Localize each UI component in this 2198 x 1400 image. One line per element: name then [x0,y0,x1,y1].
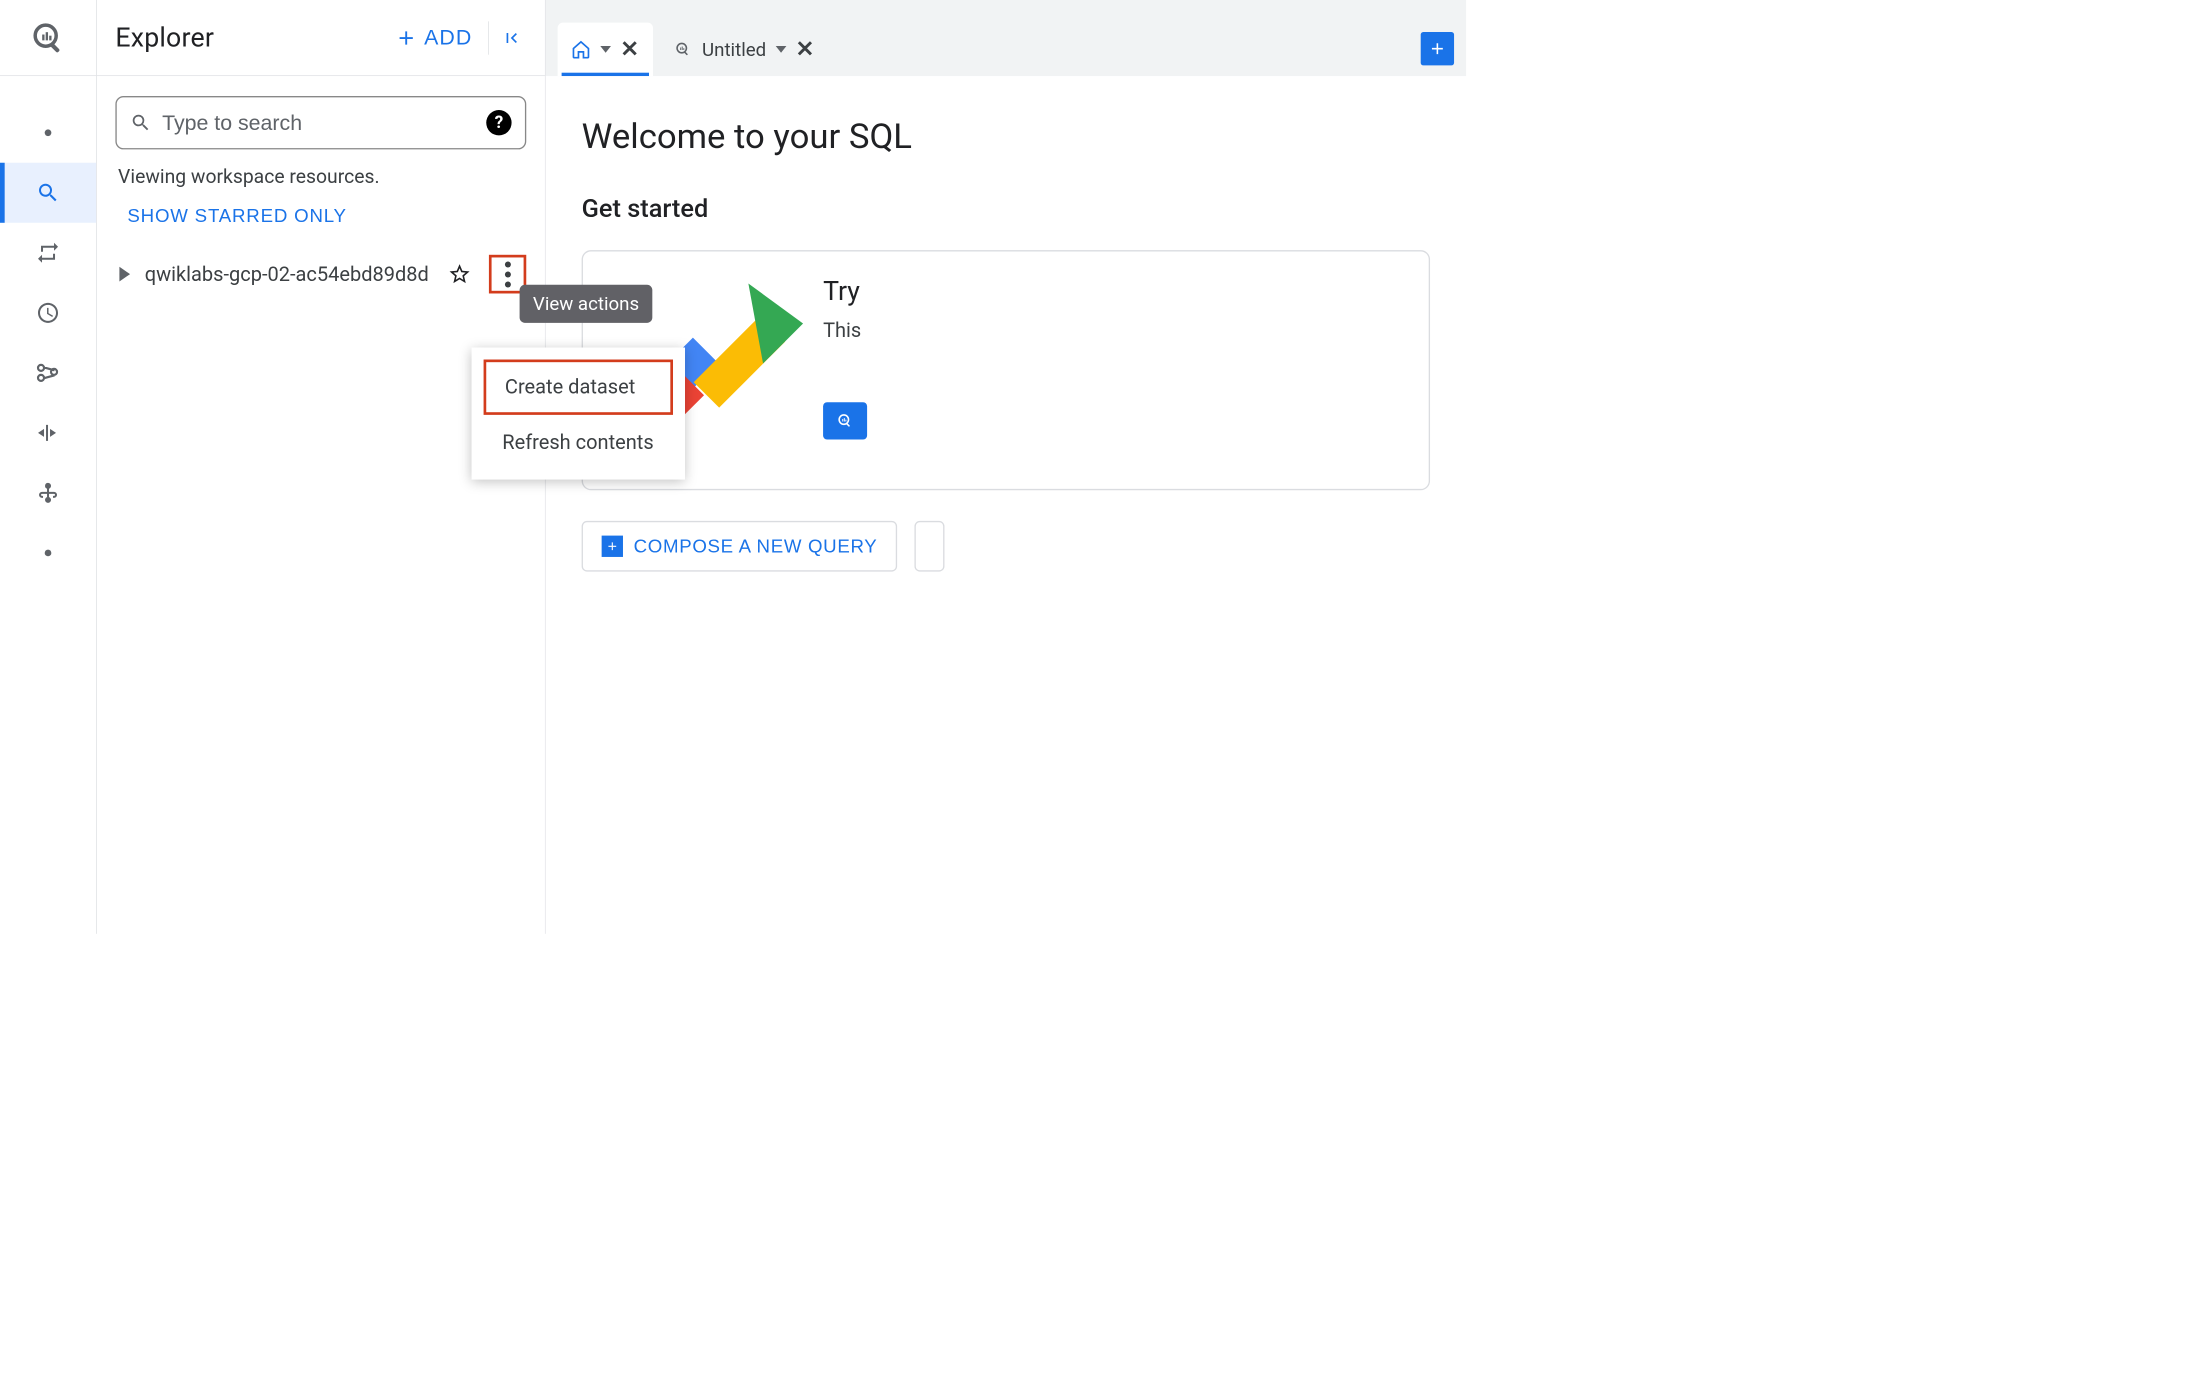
new-tab-button[interactable] [1421,32,1454,65]
tab-home[interactable]: ✕ [558,23,653,76]
search-icon [130,112,151,133]
expand-caret-icon[interactable] [119,267,130,282]
close-icon[interactable]: ✕ [796,36,815,63]
plus-icon [1428,39,1447,58]
help-icon[interactable]: ? [486,110,511,135]
search-input[interactable] [162,110,475,135]
icon-sidebar [0,0,97,934]
star-outline-icon [448,262,472,286]
query-icon [835,411,855,431]
home-icon [571,39,591,59]
card-subtitle: This [823,319,1409,342]
menu-item-refresh-contents[interactable]: Refresh contents [484,418,673,468]
show-starred-button[interactable]: SHOW STARRED ONLY [127,205,346,226]
tabs-bar: ✕ Untitled ✕ [546,0,1466,76]
add-label: ADD [424,25,472,50]
menu-item-create-dataset[interactable]: Create dataset [484,360,673,415]
tab-untitled[interactable]: Untitled ✕ [659,23,828,76]
plus-square-icon [602,536,623,557]
chevron-down-icon[interactable] [600,46,611,53]
collapse-panel-button[interactable] [492,18,532,58]
secondary-action-button[interactable] [915,521,945,572]
sidebar-item-transfers[interactable] [0,223,96,283]
explorer-header: Explorer ADD [97,0,545,76]
star-button[interactable] [445,259,474,288]
sidebar-item-dot-top[interactable] [0,103,96,163]
query-icon [673,39,693,59]
explorer-title: Explorer [115,22,381,53]
tab-label: Untitled [702,38,766,60]
project-row[interactable]: qwiklabs-gcp-02-ac54ebd89d8d [115,255,526,294]
welcome-heading: Welcome to your SQL [582,116,1430,157]
close-icon[interactable]: ✕ [620,36,639,63]
viewing-resources-text: Viewing workspace resources. [118,165,526,188]
add-button[interactable]: ADD [381,25,485,50]
get-started-heading: Get started [582,194,1430,223]
card-title: Try [823,275,1409,306]
collapse-icon [502,28,522,48]
compose-query-button[interactable]: COMPOSE A NEW QUERY [582,521,898,572]
sidebar-item-partner[interactable] [0,463,96,523]
divider [488,21,489,54]
card-action-button[interactable] [823,402,867,439]
sidebar-item-analytics-hub[interactable] [0,343,96,403]
more-vert-icon [505,261,511,287]
sidebar-item-dot-bottom[interactable] [0,523,96,583]
sidebar-item-search[interactable] [0,163,96,223]
explorer-search-box[interactable]: ? [115,96,526,149]
bigquery-logo[interactable] [0,0,96,76]
sidebar-item-dataform[interactable] [0,403,96,463]
view-actions-menu: Create dataset Refresh contents [472,348,685,480]
plus-icon [395,26,418,49]
sidebar-item-scheduled[interactable] [0,283,96,343]
project-name: qwiklabs-gcp-02-ac54ebd89d8d [145,262,430,285]
view-actions-tooltip: View actions [520,285,653,323]
chevron-down-icon[interactable] [776,46,787,53]
explorer-panel: Explorer ADD ? Viewing workspace resourc… [97,0,546,934]
compose-label: COMPOSE A NEW QUERY [634,536,878,557]
onboarding-card: Try This [582,250,1430,490]
